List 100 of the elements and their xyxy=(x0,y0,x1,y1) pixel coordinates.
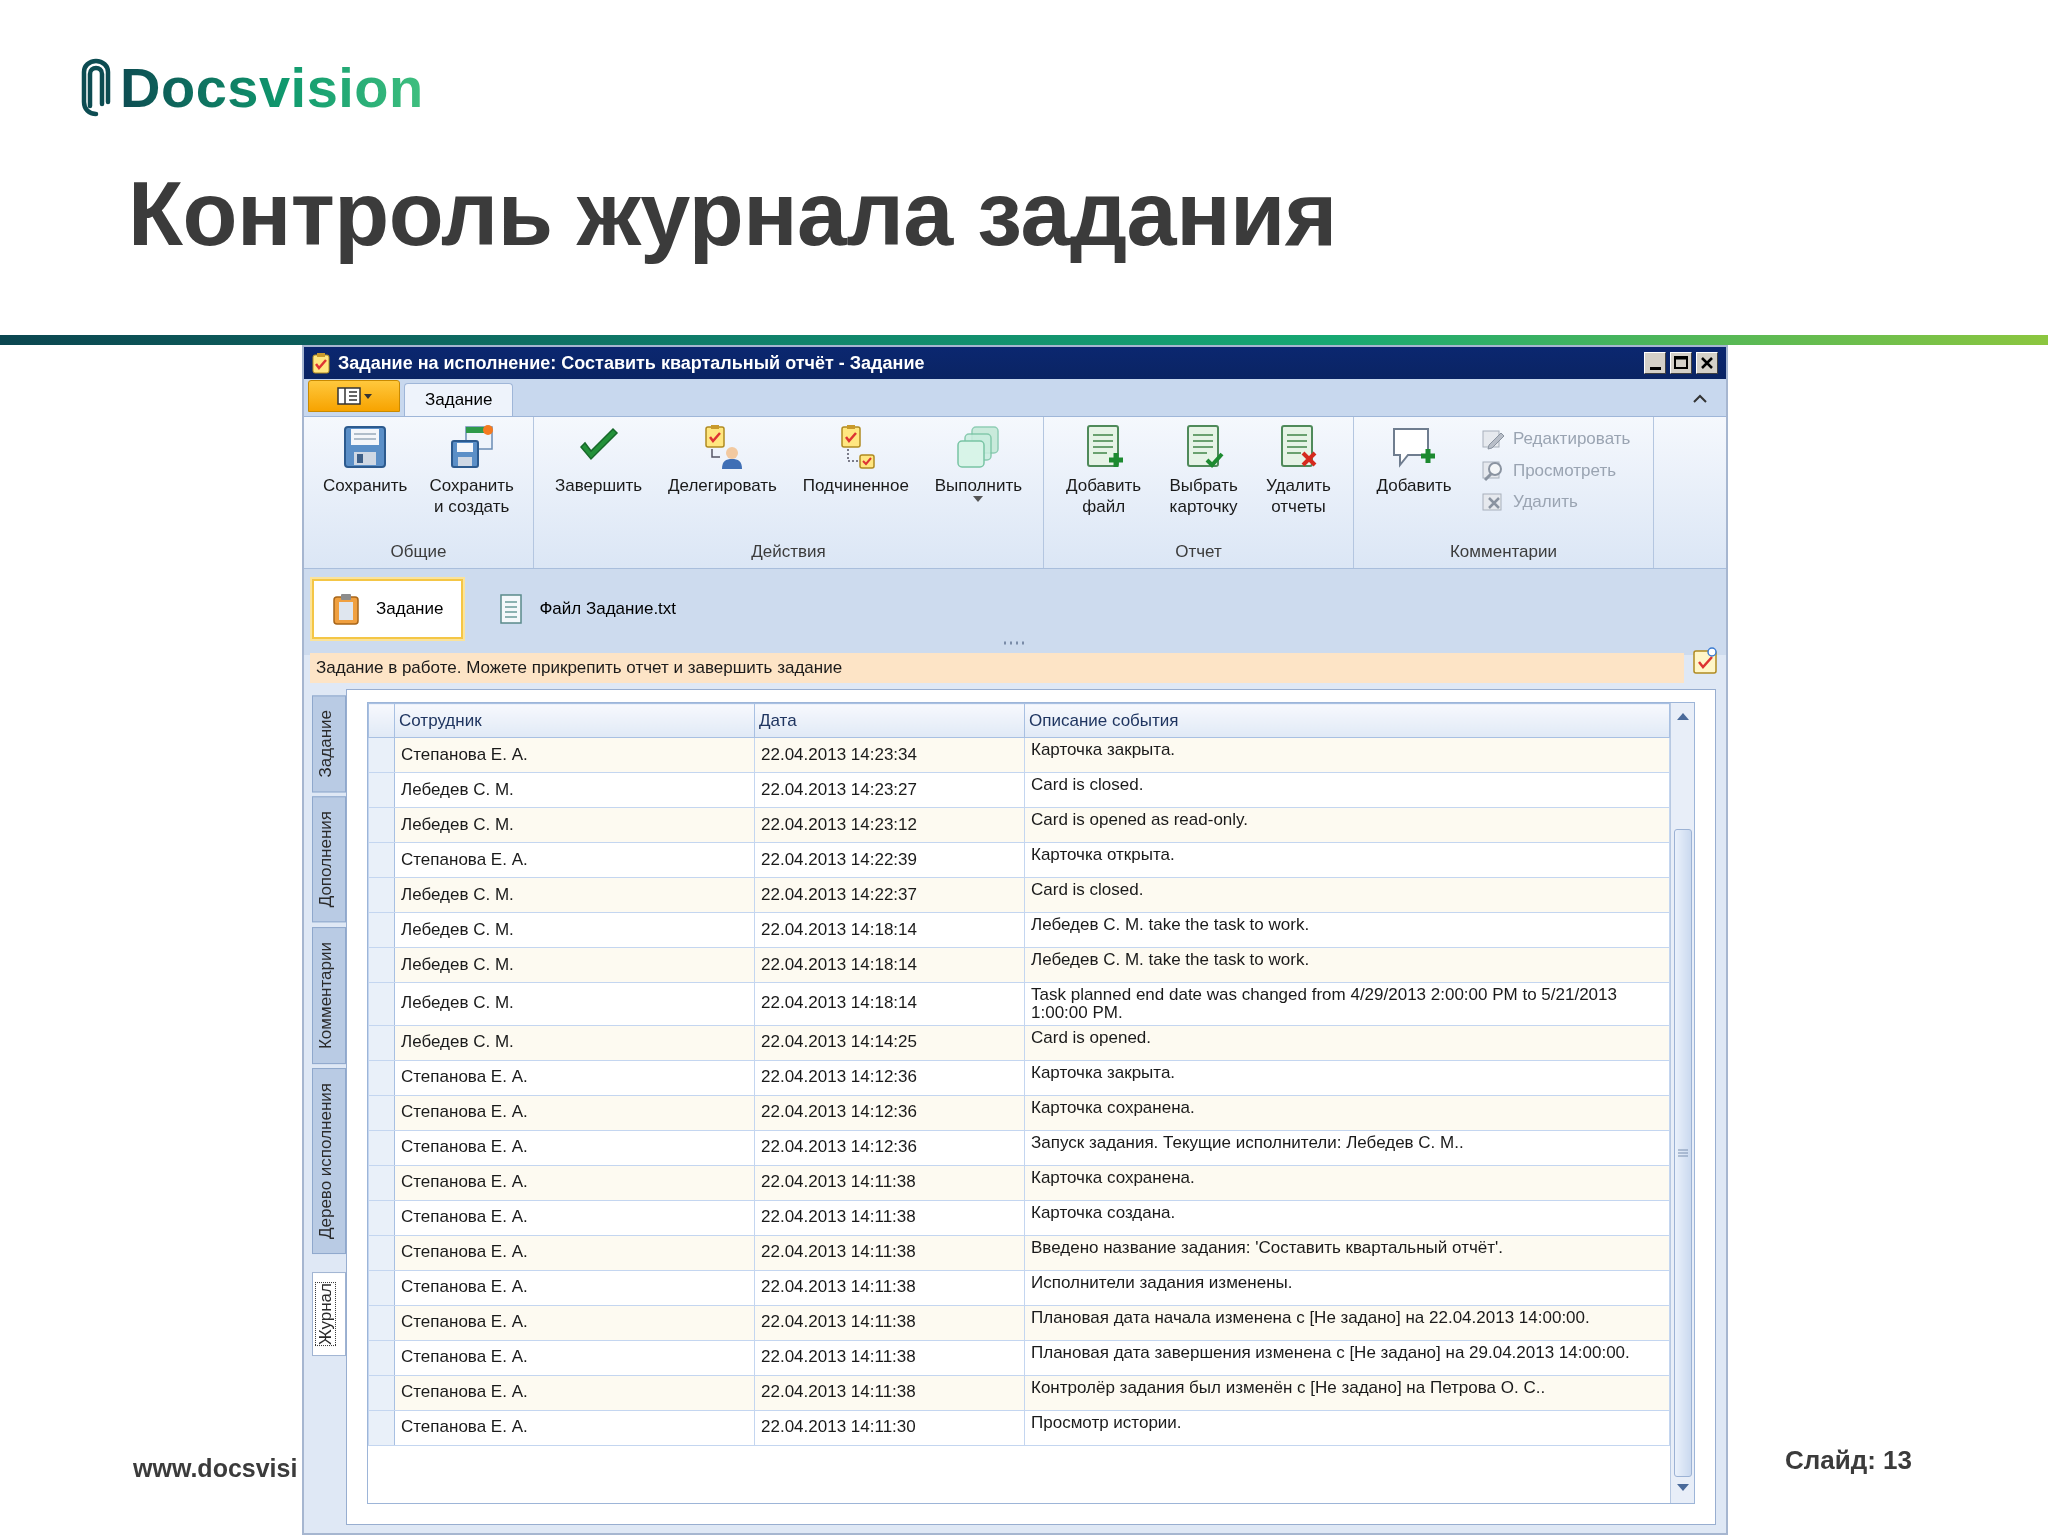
side-tab[interactable]: Дерево исполнения xyxy=(312,1067,346,1254)
table-cell: Лебедев С. М. xyxy=(394,947,755,983)
group-label: Отчет xyxy=(1174,540,1223,563)
document-tab[interactable]: Задание xyxy=(312,579,464,639)
table-cell: Карточка создана. xyxy=(1024,1200,1670,1236)
table-cell: Степанова Е. А. xyxy=(394,842,755,878)
status-message: Задание в работе. Можете прикрепить отчет и завершить задание xyxy=(310,653,1684,683)
ribbon-button[interactable]: Подчиненное xyxy=(798,421,913,499)
table-cell: Card is closed. xyxy=(1024,877,1670,913)
minimize-icon xyxy=(1649,366,1661,370)
table-cell: 22.04.2013 14:18:14 xyxy=(754,947,1025,983)
table-cell: 22.04.2013 14:23:27 xyxy=(754,772,1025,808)
scroll-thumb[interactable] xyxy=(1673,828,1692,1477)
table-cell: Карточка сохранена. xyxy=(1024,1165,1670,1201)
table-cell: Запуск задания. Текущие исполнители: Лебедев С. М.. xyxy=(1024,1130,1670,1166)
table-cell: Степанова Е. А. xyxy=(394,1200,755,1236)
ribbon-button[interactable]: Делегировать xyxy=(664,421,781,499)
table-cell: 22.04.2013 14:11:38 xyxy=(754,1305,1025,1341)
collapse-ribbon-icon[interactable] xyxy=(1692,392,1708,404)
scroll-up-icon[interactable] xyxy=(1675,711,1690,721)
table-cell: 22.04.2013 14:12:36 xyxy=(754,1095,1025,1131)
table-cell: 22.04.2013 14:23:12 xyxy=(754,807,1025,843)
close-button[interactable] xyxy=(1696,352,1718,374)
table-cell: 22.04.2013 14:11:38 xyxy=(754,1340,1025,1376)
ribbon-button[interactable]: Удалить отчеты xyxy=(1262,421,1335,520)
table-cell: Степанова Е. А. xyxy=(394,1130,755,1166)
table-cell: 22.04.2013 14:11:38 xyxy=(754,1375,1025,1411)
window-title: Задание на исполнение: Составить квартальный отчёт - Задание xyxy=(338,351,926,375)
ribbon-button[interactable]: Выбрать карточку xyxy=(1165,421,1242,520)
document-icon xyxy=(499,593,524,625)
table-cell: Плановая дата завершения изменена с [Не задано] на 29.04.2013 14:00:00. xyxy=(1024,1340,1670,1376)
ribbon-button[interactable]: Завершить xyxy=(550,421,647,499)
table-cell: Карточка открыта. xyxy=(1024,842,1670,878)
table-cell: Card is closed. xyxy=(1024,772,1670,808)
side-tab[interactable]: Дополнения xyxy=(312,796,346,923)
table-cell: 22.04.2013 14:11:38 xyxy=(754,1165,1025,1201)
table-cell: 22.04.2013 14:11:30 xyxy=(754,1410,1025,1446)
table-cell: Task planned end date was changed from 4/29/2013 2:00:00 PM to 5/21/2013 1:00:00 PM. xyxy=(1024,982,1670,1026)
table-cell: 22.04.2013 14:22:39 xyxy=(754,842,1025,878)
scroll-down-icon[interactable] xyxy=(1675,1483,1690,1493)
app-menu-button[interactable] xyxy=(308,380,400,412)
ribbon-button[interactable]: Сохранить xyxy=(319,421,412,499)
maximize-icon xyxy=(1672,354,1690,372)
group-label: Действия xyxy=(750,540,827,563)
table-cell: 22.04.2013 14:14:25 xyxy=(754,1025,1025,1061)
table-cell: Степанова Е. А. xyxy=(394,1060,755,1096)
table-cell: Степанова Е. А. xyxy=(394,1340,755,1376)
clipboard-check-icon xyxy=(1692,647,1718,675)
table-cell: Степанова Е. А. xyxy=(394,1235,755,1271)
magnifier-icon xyxy=(1480,458,1505,483)
table-cell: 22.04.2013 14:18:14 xyxy=(754,912,1025,948)
table-cell: Просмотр истории. xyxy=(1024,1410,1670,1446)
table-cell: Лебедев С. М. xyxy=(394,772,755,808)
table-cell: Лебедев С. М. xyxy=(394,807,755,843)
clipboard-check-icon xyxy=(312,352,330,374)
ribbon-button[interactable]: Добавить xyxy=(1372,421,1456,499)
column-header[interactable]: Дата xyxy=(754,703,1025,738)
table-cell: Card is opened as read-only. xyxy=(1024,807,1670,843)
column-header[interactable]: Описание события xyxy=(1024,703,1670,738)
table-cell: Степанова Е. А. xyxy=(394,737,755,773)
side-tab[interactable]: Задание xyxy=(312,695,346,793)
table-cell: Контролёр задания был изменён с [Не задано] на Петрова О. С.. xyxy=(1024,1375,1670,1411)
table-cell: 22.04.2013 14:11:38 xyxy=(754,1200,1025,1236)
ribbon-button[interactable]: Сохранить и создать xyxy=(425,421,518,520)
slide-number: Слайд: 13 xyxy=(1784,1444,1914,1477)
table-cell: Исполнители задания изменены. xyxy=(1024,1270,1670,1306)
paperclip-icon xyxy=(80,58,112,118)
document-tab[interactable]: Файл Задание.txt xyxy=(479,579,697,639)
table-cell: 22.04.2013 14:18:14 xyxy=(754,982,1025,1026)
scrollbar[interactable] xyxy=(1670,703,1694,1503)
column-header[interactable]: Сотрудник xyxy=(394,703,755,738)
maximize-button[interactable] xyxy=(1670,352,1692,374)
table-cell: Степанова Е. А. xyxy=(394,1410,755,1446)
splitter-grip-icon[interactable] xyxy=(1003,641,1027,645)
table-cell: 22.04.2013 14:12:36 xyxy=(754,1130,1025,1166)
table-cell: Степанова Е. А. xyxy=(394,1165,755,1201)
ribbon-tab[interactable]: Задание xyxy=(404,383,514,416)
table-cell: Лебедев С. М. take the task to work. xyxy=(1024,912,1670,948)
table-cell: Лебедев С. М. xyxy=(394,912,755,948)
group-label: Комментарии xyxy=(1448,540,1559,563)
table-cell: Лебедев С. М. xyxy=(394,877,755,913)
table-cell: Введено название задания: 'Составить квартальный отчёт'. xyxy=(1024,1235,1670,1271)
ribbon-button[interactable]: Выполнить xyxy=(930,421,1027,505)
clipboard-icon xyxy=(332,593,360,625)
minimize-button[interactable] xyxy=(1644,352,1666,374)
side-tab[interactable]: Комментарии xyxy=(312,926,346,1064)
table-cell: Плановая дата начала изменена с [Не задано] на 22.04.2013 14:00:00. xyxy=(1024,1305,1670,1341)
footer-url: www.docsvisi xyxy=(132,1452,299,1484)
table-cell: 22.04.2013 14:11:38 xyxy=(754,1235,1025,1271)
side-tab[interactable]: Журнал xyxy=(312,1271,346,1356)
caret-icon xyxy=(973,496,984,503)
table-cell: Карточка сохранена. xyxy=(1024,1095,1670,1131)
table-cell: 22.04.2013 14:12:36 xyxy=(754,1060,1025,1096)
table-cell: Лебедев С. М. xyxy=(394,1025,755,1061)
table-cell: Степанова Е. А. xyxy=(394,1095,755,1131)
table-cell: Карточка закрыта. xyxy=(1024,737,1670,773)
slide-title: Контроль журнала задания xyxy=(128,163,1337,266)
table-cell: Степанова Е. А. xyxy=(394,1270,755,1306)
table-cell: Card is opened. xyxy=(1024,1025,1670,1061)
ribbon-button[interactable]: Добавить файл xyxy=(1062,421,1146,520)
